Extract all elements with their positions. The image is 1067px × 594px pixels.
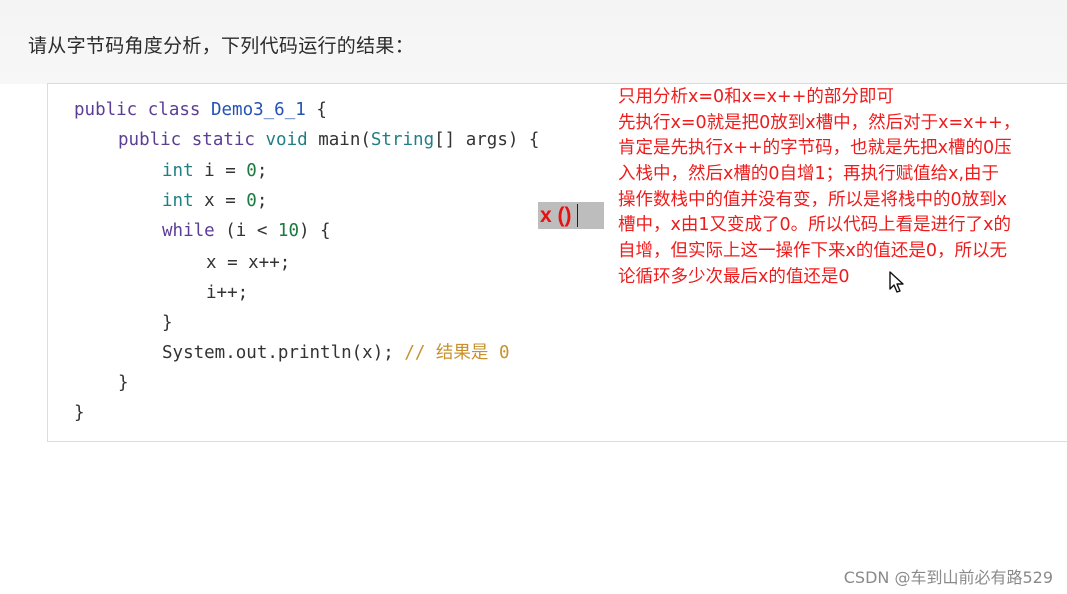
type-name: int (162, 191, 194, 211)
annotation-line: 只用分析x=0和x=x++的部分即可 (618, 87, 894, 107)
code-line-5: while (i < 10) { (162, 216, 331, 246)
code-text: [] args) { (434, 130, 540, 150)
code-text: x = (193, 191, 247, 211)
code-text: i = (193, 161, 247, 181)
annotation-line: 槽中，x由1又变成了0。所以代码上看是进行了x的 (618, 215, 1011, 236)
code-line-3: int i = 0; (162, 156, 267, 186)
number: 0 (246, 191, 257, 211)
annotation-line: 入栈中，然后x槽的0自增1；再执行赋值给x,由于 (618, 164, 1000, 185)
code-line-11: } (74, 403, 85, 423)
code-text: ; (256, 191, 268, 211)
code-line-9: System.out.println(x); // 结果是 0 (162, 338, 510, 368)
code-text: (i < (214, 221, 278, 241)
code-line-6: x = x++; (206, 253, 291, 273)
overlay-text: x () (540, 204, 572, 227)
annotation-line: 论循环多少次最后x的值还是0 (618, 266, 850, 287)
class-name: String (370, 130, 435, 150)
type-name: int (162, 161, 194, 181)
code-text: ) { (298, 221, 331, 241)
code-text: ; (256, 161, 268, 181)
number: 0 (246, 161, 257, 181)
type-name: void (265, 130, 308, 150)
annotation-line: 肯定是先执行x++的字节码，也就是先把x槽的0压 (618, 138, 1012, 159)
code-line-1: public class Demo3_6_1 { (74, 95, 327, 125)
code-line-2: public static void main(String[] args) { (118, 125, 539, 155)
keyword: public static (118, 130, 266, 150)
keyword: while (162, 221, 215, 241)
annotation-line: 先执行x=0就是把0放到x槽中，然后对于x=x++， (618, 112, 1021, 133)
keyword: public class (74, 100, 211, 120)
number: 0 (498, 343, 510, 363)
code-line-10: } (118, 373, 129, 393)
text-caret (577, 204, 578, 227)
code-line-4: int x = 0; (162, 186, 267, 216)
comment: // 结果是 (404, 343, 499, 363)
code-text: { (305, 100, 327, 120)
annotation-line: 操作数栈中的值并没有变，所以是将栈中的0放到x (618, 189, 1007, 210)
mouse-pointer-icon (889, 271, 904, 293)
code-text: System.out.println(x); (162, 343, 405, 363)
question-title: 请从字节码角度分析，下列代码运行的结果： (28, 35, 415, 57)
number: 10 (277, 221, 299, 241)
watermark: CSDN @车到山前必有路529 (843, 568, 1053, 587)
class-name: Demo3_6_1 (210, 100, 306, 120)
code-line-7: i++; (206, 283, 249, 303)
code-text: main( (307, 130, 371, 150)
code-line-8: } (162, 313, 173, 333)
annotation-line: 自增，但实际上这一操作下来x的值还是0，所以无 (618, 241, 1007, 262)
annotation-text: 只用分析x=0和x=x++的部分即可 先执行x=0就是把0放到x槽中，然后对于x… (618, 85, 1067, 291)
